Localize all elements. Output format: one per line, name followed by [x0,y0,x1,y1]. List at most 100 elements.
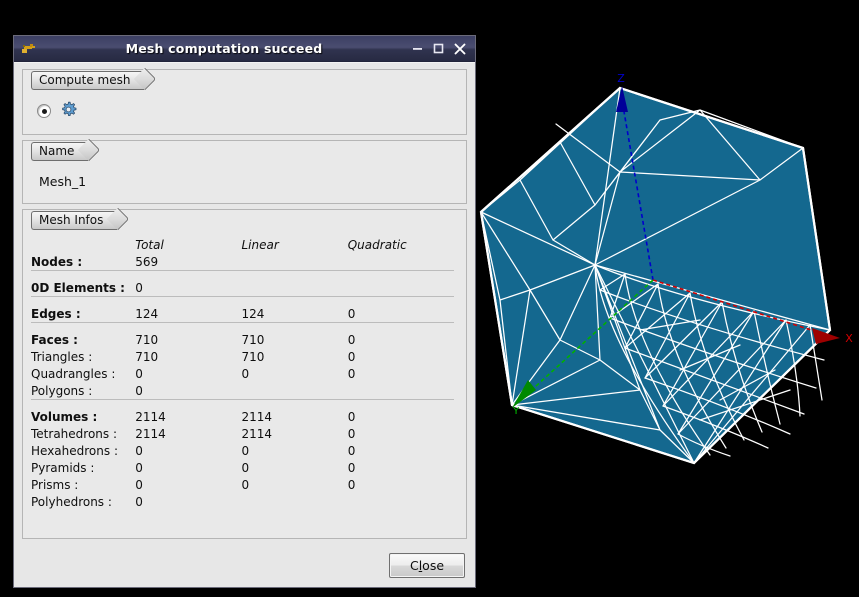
mesh-infos-content: Total Linear Quadratic Nodes :569 0D Elem… [23,230,466,518]
cell-linear: 0 [241,460,250,475]
cell-quadratic: 0 [347,460,356,475]
close-label-after: ose [422,558,445,573]
row-label: Hexahedrons : [31,443,118,458]
spacer-cell [31,323,135,332]
cell-linear: 124 [241,305,348,323]
table-row: Pyramids : 0 0 0 [31,459,454,476]
row-label: Polyhedrons : [31,494,112,509]
dialog-footer: Cl ose [14,544,475,587]
cell-total: 124 [135,305,242,323]
group-frame-line [23,209,466,210]
row-label: Pyramids : [31,460,95,475]
table-row: Hexahedrons : 0 0 0 [31,442,454,459]
cell-linear: 0 [241,366,250,381]
cell-total: 569 [135,253,242,271]
row-label: Prisms : [31,477,79,492]
group-frame-line [23,69,466,70]
dialog-titlebar[interactable]: Mesh computation succeed [14,36,475,62]
spacer-cell [348,323,454,332]
table-row: Volumes : 2114 2114 0 [31,408,454,425]
row-label: Volumes : [31,409,98,424]
close-button[interactable]: Cl ose [389,553,465,578]
cell-total: 0 [135,366,143,381]
y-axis-label: Y [512,406,520,417]
table-row: 0D Elements :0 [31,279,454,297]
cell-total: 0 [135,279,242,297]
cell-total: 2114 [135,426,166,441]
mesh-infos-body: Nodes :569 0D Elements :0 Edges :124 124 0 Fa… [31,253,454,510]
spacer-cell [31,400,135,409]
row-label: Triangles : [31,349,93,364]
table-row: Faces : 710 710 0 [31,331,454,348]
name-group-label: Name [31,141,89,161]
cell-linear [241,253,348,271]
x-axis-label: X [845,332,853,345]
spacer-cell [31,297,135,306]
row-label: Nodes : [31,253,136,271]
header-linear: Linear [241,237,279,252]
cell-quadratic: 0 [347,426,356,441]
table-row: Polyhedrons : 0 [31,493,454,510]
cell-quadratic [348,493,454,510]
spacer-cell [135,323,241,332]
cell-quadratic [347,279,454,297]
cell-linear: 0 [241,477,250,492]
cell-quadratic: 0 [347,409,356,424]
table-row: Triangles : 710 710 0 [31,348,454,365]
header-total: Total [135,237,164,252]
row-spacer [31,297,454,306]
cell-total: 710 [135,349,159,364]
compute-mesh-option-row[interactable] [33,98,456,124]
cell-linear: 710 [241,332,265,347]
mesh-computation-dialog: Mesh computation succeed Compute mesh Na… [13,35,476,588]
row-spacer [31,400,454,409]
spacer-cell [135,271,241,280]
cell-total: 0 [135,443,143,458]
screen: Z X Y Mesh computation succeed Compute m… [0,0,859,597]
table-row: Nodes :569 [31,253,454,271]
mesh-infos-group-label: Mesh Infos [31,210,118,230]
cell-linear: 0 [241,443,250,458]
spacer-cell [241,297,347,306]
compute-mesh-content [23,90,466,134]
mesh-infos-header: Total Linear Quadratic [31,236,454,253]
cell-quadratic: 0 [347,443,356,458]
cell-linear [241,493,347,510]
compute-mesh-group: Compute mesh [22,69,467,135]
cell-total: 0 [135,382,242,400]
maximize-button[interactable] [432,42,445,55]
cell-linear [241,382,348,400]
mesh-infos-table: Total Linear Quadratic Nodes :569 0D Elem… [31,236,454,510]
mesh-name-value: Mesh_1 [39,174,87,189]
compute-mesh-radio[interactable] [37,104,51,118]
row-label: Faces : [31,332,78,347]
row-label: Tetrahedrons : [31,426,117,441]
spacer-cell [348,400,454,409]
cell-total: 710 [135,332,159,347]
close-window-button[interactable] [453,42,466,55]
spacer-cell [31,271,135,280]
close-label-before: C [409,558,419,573]
minimize-button[interactable] [411,42,424,55]
mesh-infos-group: Mesh Infos Total Linear Quadratic Nodes … [22,209,467,539]
compute-mesh-group-label: Compute mesh [31,70,145,90]
cell-total: 0 [135,460,143,475]
row-label: Edges : [31,305,136,323]
cell-quadratic: 0 [347,477,356,492]
spacer-cell [241,323,347,332]
table-row: Polygons :0 [31,382,454,400]
cell-quadratic: 0 [347,366,356,381]
table-row: Quadrangles : 0 0 0 [31,365,454,382]
mesh-module-icon [19,41,37,57]
cell-quadratic [347,253,454,271]
cell-linear: 2114 [241,426,273,441]
cell-quadratic [347,382,454,400]
spacer-cell [241,400,347,409]
dialog-title: Mesh computation succeed [125,41,323,56]
cell-quadratic: 0 [347,349,356,364]
gear-icon[interactable] [60,101,77,122]
header-blank [31,236,135,253]
cell-linear: 2114 [241,409,273,424]
row-label: Quadrangles : [31,366,116,381]
spacer-cell [348,271,454,280]
